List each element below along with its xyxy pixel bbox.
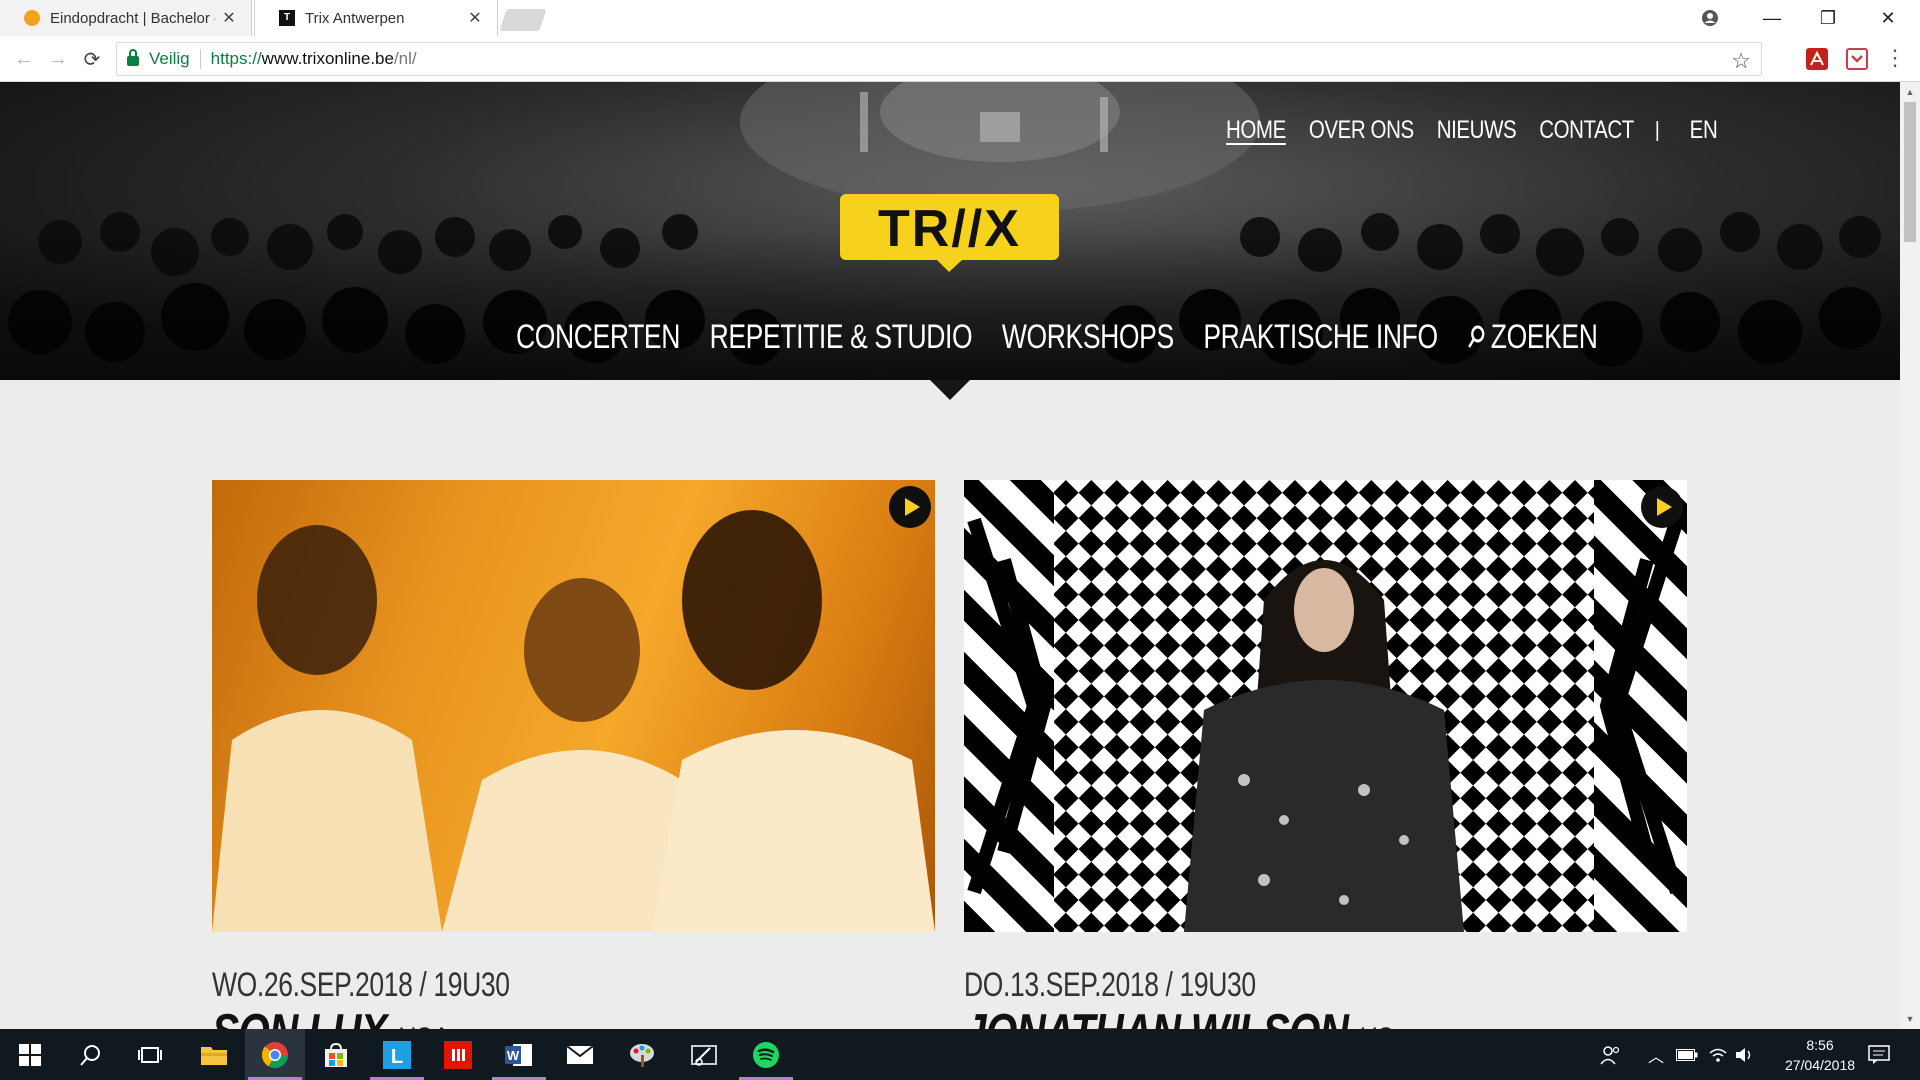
event-card[interactable]: DO.13.SEP.2018 / 19U30 JONATHAN WILSON U… — [964, 480, 1687, 1029]
nav-divider — [1656, 120, 1659, 141]
hero-notch — [930, 380, 970, 400]
app-red-icon[interactable] — [428, 1029, 488, 1080]
search-icon — [1467, 325, 1485, 348]
svg-text:L: L — [391, 1046, 403, 1068]
hero-banner: HOME OVER ONS NIEUWS CONTACT EN TR//X CO… — [0, 82, 1900, 380]
event-artist[interactable]: SON LUX USA — [212, 1007, 776, 1029]
url-path: /nl/ — [393, 49, 417, 68]
artist-photo — [967, 480, 1684, 932]
artist-name: JONATHAN WILSON — [964, 1007, 1349, 1029]
notifications-icon[interactable] — [1868, 1029, 1890, 1080]
url-host: www.trixonline.be — [261, 49, 394, 68]
security-label: Veilig — [149, 49, 190, 68]
trix-favicon: T — [279, 10, 295, 26]
new-tab-button[interactable] — [499, 9, 547, 31]
logo-text: TR//X — [878, 200, 1021, 258]
nav-praktische-info[interactable]: PRAKTISCHE INFO — [1203, 318, 1438, 357]
address-bar[interactable]: Veilig https:// www.trixonline.be /nl/ ☆ — [116, 42, 1762, 76]
word-icon[interactable]: W — [489, 1029, 549, 1080]
app-l-icon[interactable]: L — [367, 1029, 427, 1080]
artist-country: USA — [397, 1021, 448, 1029]
spotify-icon[interactable] — [736, 1029, 796, 1080]
windows-start-icon[interactable] — [0, 1029, 60, 1080]
nav-concerten[interactable]: CONCERTEN — [516, 318, 680, 357]
chrome-icon[interactable] — [245, 1029, 305, 1080]
profile-icon[interactable] — [1682, 0, 1738, 36]
tab-eindopdracht[interactable]: Eindopdracht | Bachelor o ✕ — [0, 0, 252, 36]
play-video-button[interactable] — [889, 486, 931, 528]
forward-icon[interactable]: → — [44, 45, 72, 73]
nav-zoeken[interactable]: ZOEKEN — [1467, 318, 1598, 357]
scrollbar-thumb[interactable] — [1904, 102, 1916, 242]
nav-workshops[interactable]: WORKSHOPS — [1002, 318, 1174, 357]
task-view-icon[interactable] — [120, 1029, 180, 1080]
clock-time: 8:56 — [1806, 1037, 1834, 1053]
top-navigation: HOME OVER ONS NIEUWS CONTACT EN — [1226, 116, 1740, 145]
browser-tab-strip: Eindopdracht | Bachelor o ✕ T Trix Antwe… — [0, 0, 1920, 37]
band-photo — [212, 510, 935, 932]
close-tab-icon[interactable]: ✕ — [467, 8, 483, 28]
menu-kebab-icon[interactable]: ⋮ — [1884, 45, 1906, 71]
svg-text:W: W — [507, 1048, 520, 1063]
event-date: WO.26.SEP.2018 / 19U30 — [212, 966, 510, 1004]
tab-title: Eindopdracht | Bachelor o — [50, 9, 215, 27]
nav-contact[interactable]: CONTACT — [1539, 116, 1634, 145]
page-viewport: HOME OVER ONS NIEUWS CONTACT EN TR//X CO… — [0, 82, 1900, 1029]
reload-icon[interactable]: ⟳ — [78, 45, 106, 73]
mail-icon[interactable] — [550, 1029, 610, 1080]
acrobat-extension-icon[interactable] — [1806, 48, 1828, 70]
play-video-button[interactable] — [1641, 486, 1683, 528]
paint-icon[interactable] — [612, 1029, 672, 1080]
lock-icon — [127, 49, 139, 66]
tray-overflow-chevron-icon[interactable]: ︿ — [1648, 1029, 1664, 1080]
restore-icon[interactable]: ❐ — [1800, 0, 1856, 36]
event-image[interactable] — [964, 480, 1687, 932]
store-icon[interactable] — [306, 1029, 366, 1080]
main-navigation: CONCERTEN REPETITIE & STUDIO WORKSHOPS P… — [516, 318, 1627, 357]
wifi-icon[interactable] — [1708, 1029, 1728, 1080]
url-scheme: https:// — [210, 49, 262, 68]
orange-circle-icon — [24, 10, 40, 26]
event-card[interactable]: WO.26.SEP.2018 / 19U30 SON LUX USA — [212, 480, 935, 1029]
clock-date: 27/04/2018 — [1784, 1057, 1856, 1073]
people-icon[interactable] — [1600, 1029, 1622, 1080]
nav-zoeken-label: ZOEKEN — [1490, 318, 1598, 356]
pocket-extension-icon[interactable] — [1846, 48, 1868, 70]
nav-over-ons[interactable]: OVER ONS — [1309, 116, 1414, 145]
bookmark-star-icon[interactable]: ☆ — [1731, 48, 1751, 74]
nav-home[interactable]: HOME — [1226, 116, 1286, 145]
close-tab-icon[interactable]: ✕ — [221, 8, 237, 28]
artist-country: US — [1358, 1021, 1393, 1029]
volume-icon[interactable] — [1734, 1029, 1754, 1080]
system-clock[interactable]: 8:56 27/04/2018 — [1770, 1035, 1870, 1075]
vertical-scrollbar[interactable]: ▲ ▼ — [1900, 82, 1920, 1029]
search-icon[interactable] — [60, 1029, 120, 1080]
event-date: DO.13.SEP.2018 / 19U30 — [964, 966, 1256, 1004]
scroll-up-arrow-icon[interactable]: ▲ — [1904, 86, 1916, 98]
divider — [199, 49, 201, 69]
minimize-icon[interactable]: — — [1744, 0, 1800, 36]
event-image[interactable] — [212, 480, 935, 932]
event-artist[interactable]: JONATHAN WILSON US — [964, 1007, 1528, 1029]
nav-nieuws[interactable]: NIEUWS — [1437, 116, 1517, 145]
tab-trix-antwerpen[interactable]: T Trix Antwerpen ✕ — [254, 0, 498, 36]
battery-icon[interactable] — [1676, 1029, 1698, 1080]
language-switch-en[interactable]: EN — [1690, 116, 1718, 145]
windows-taskbar: L W ︿ 8:56 27/04/2018 — [0, 1029, 1920, 1080]
snipping-tool-icon[interactable] — [674, 1029, 734, 1080]
tab-title: Trix Antwerpen — [305, 9, 405, 27]
close-window-icon[interactable]: ✕ — [1860, 0, 1916, 36]
trix-logo[interactable]: TR//X — [840, 194, 1059, 272]
scroll-down-arrow-icon[interactable]: ▼ — [1904, 1013, 1916, 1025]
browser-toolbar: ← → ⟳ Veilig https:// www.trixonline.be … — [0, 37, 1920, 82]
nav-repetitie-studio[interactable]: REPETITIE & STUDIO — [710, 318, 973, 357]
file-explorer-icon[interactable] — [184, 1029, 244, 1080]
back-icon[interactable]: ← — [10, 45, 38, 73]
artist-name: SON LUX — [212, 1007, 388, 1029]
